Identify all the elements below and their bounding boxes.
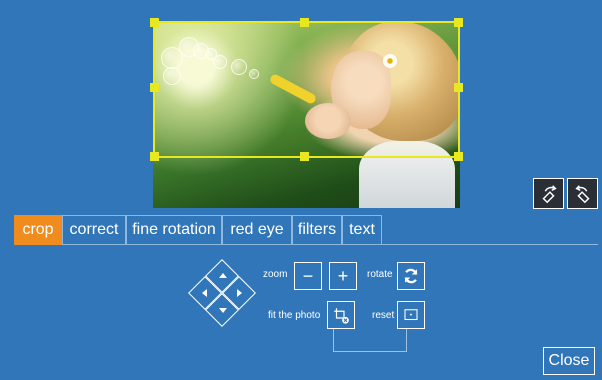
arrow-left-icon: [202, 289, 207, 297]
close-button[interactable]: Close: [543, 347, 595, 375]
crop-fit-icon: [334, 308, 349, 324]
crop-handle-bottom-right[interactable]: [454, 152, 463, 161]
fit-photo-label: fit the photo: [268, 310, 321, 321]
crop-handle-top[interactable]: [300, 18, 309, 27]
crop-handle-bottom[interactable]: [300, 152, 309, 161]
crop-handle-bottom-left[interactable]: [150, 152, 159, 161]
zoom-in-button[interactable]: +: [329, 262, 357, 290]
crop-handle-top-right[interactable]: [454, 18, 463, 27]
tab-correct[interactable]: correct: [62, 215, 126, 245]
tab-filters[interactable]: filters: [292, 215, 342, 245]
crop-frame[interactable]: [150, 18, 463, 161]
zoom-out-button[interactable]: −: [294, 262, 322, 290]
rotate-right-icon: [574, 184, 590, 203]
tab-red-eye[interactable]: red eye: [222, 215, 292, 245]
rotate-left-icon: [541, 184, 557, 203]
arrow-down-icon: [219, 308, 227, 313]
crop-handle-top-left[interactable]: [150, 18, 159, 27]
reset-label: reset: [372, 310, 395, 321]
crop-handle-right[interactable]: [454, 83, 463, 92]
arrow-right-icon: [237, 289, 242, 297]
refresh-icon: [404, 268, 418, 284]
rotate-button[interactable]: [397, 262, 425, 290]
zoom-label: zoom: [263, 269, 288, 280]
rotate-left-button[interactable]: [533, 178, 564, 209]
rotate-label: rotate: [367, 269, 393, 280]
rotate-right-button[interactable]: [567, 178, 598, 209]
tab-fine-rotation[interactable]: fine rotation: [126, 215, 222, 245]
link-connector: [333, 329, 407, 352]
reset-frame-icon: [404, 309, 418, 321]
crop-handle-left[interactable]: [150, 83, 159, 92]
reset-button[interactable]: [397, 301, 425, 329]
arrow-up-icon: [219, 273, 227, 278]
tab-crop[interactable]: crop: [14, 215, 62, 245]
tab-text[interactable]: text: [342, 215, 382, 245]
fit-photo-button[interactable]: [327, 301, 355, 329]
photo-editor-panel: crop correct fine rotation red eye filte…: [0, 0, 602, 380]
editor-tab-bar: crop correct fine rotation red eye filte…: [14, 215, 598, 245]
